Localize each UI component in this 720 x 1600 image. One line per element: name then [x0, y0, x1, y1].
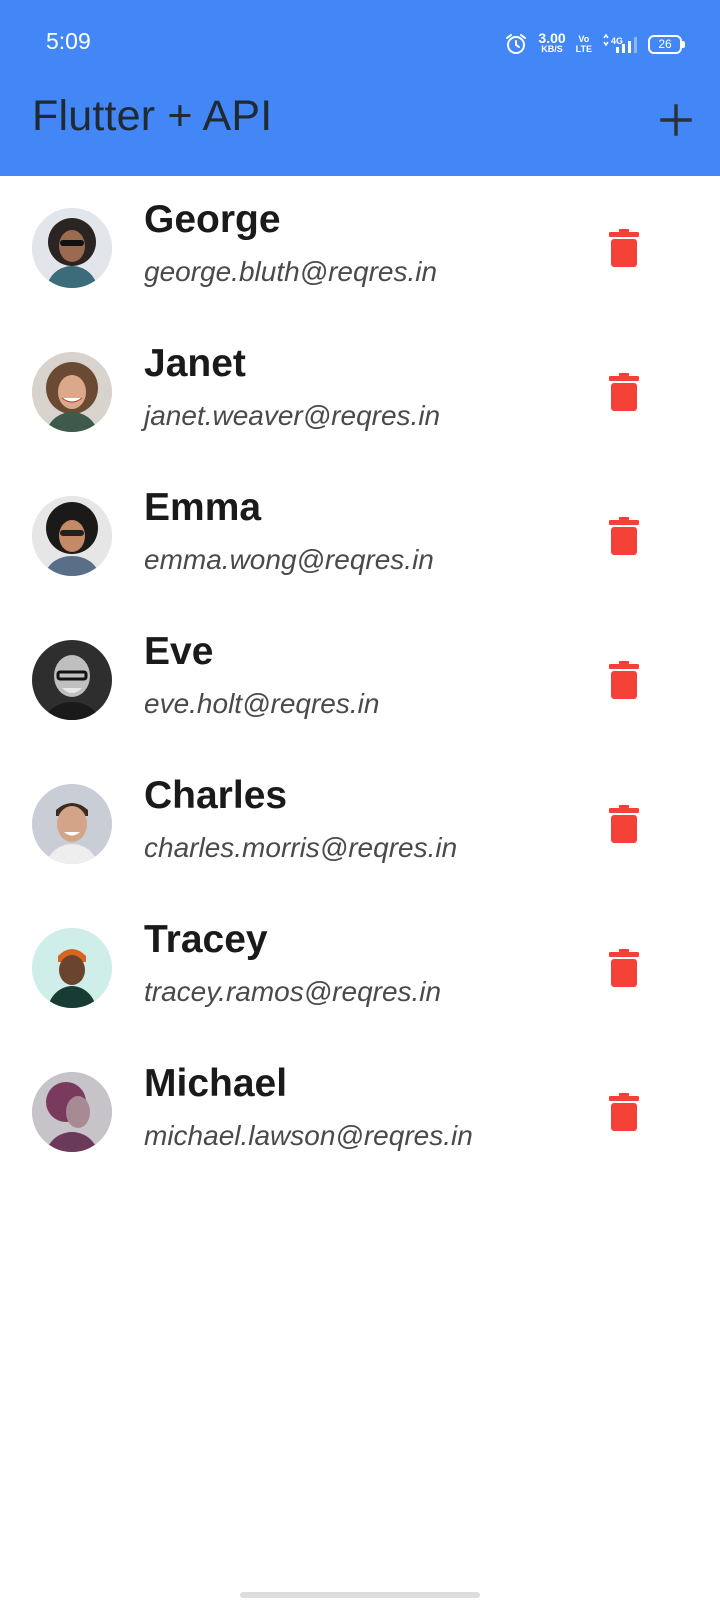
- volte-icon: Vo LTE: [576, 34, 592, 54]
- trash-icon: [609, 373, 639, 411]
- status-time: 5:09: [46, 28, 91, 54]
- trash-icon: [609, 805, 639, 843]
- speed-value: 3.00: [538, 30, 566, 46]
- battery-level: 26: [658, 36, 672, 51]
- delete-button[interactable]: [598, 226, 650, 270]
- avatar: [32, 496, 112, 576]
- list-item[interactable]: Tracey tracey.ramos@reqres.in: [0, 896, 720, 1040]
- user-list: George george.bluth@reqres.in Janet jane…: [0, 176, 720, 1184]
- avatar: [32, 784, 112, 864]
- user-email: michael.lawson@reqres.in: [144, 1120, 473, 1151]
- list-item[interactable]: Michael michael.lawson@reqres.in: [0, 1040, 720, 1184]
- user-email: tracey.ramos@reqres.in: [144, 976, 442, 1007]
- avatar: [32, 352, 112, 432]
- volte-bottom: LTE: [575, 44, 592, 54]
- trash-icon: [609, 229, 639, 267]
- delete-button[interactable]: [598, 370, 650, 414]
- plus-icon: [660, 104, 692, 136]
- delete-button[interactable]: [598, 658, 650, 702]
- list-item[interactable]: Charles charles.morris@reqres.in: [0, 752, 720, 896]
- app-title: Flutter + API: [32, 92, 273, 140]
- avatar: [32, 1072, 112, 1152]
- speed-unit: KB/S: [541, 44, 563, 54]
- user-email: emma.wong@reqres.in: [144, 544, 434, 575]
- battery-icon: 26: [648, 34, 685, 54]
- trash-icon: [609, 949, 639, 987]
- trash-icon: [609, 517, 639, 555]
- user-email: eve.holt@reqres.in: [144, 688, 380, 719]
- user-name: Charles: [144, 774, 288, 817]
- add-user-button[interactable]: [654, 98, 698, 142]
- user-name: Tracey: [144, 918, 268, 961]
- user-name: Eve: [144, 630, 214, 673]
- delete-button[interactable]: [598, 1090, 650, 1134]
- list-item[interactable]: George george.bluth@reqres.in: [0, 176, 720, 320]
- trash-icon: [609, 661, 639, 699]
- avatar: [32, 208, 112, 288]
- avatar: [32, 928, 112, 1008]
- list-item[interactable]: Emma emma.wong@reqres.in: [0, 464, 720, 608]
- alarm-icon: [506, 34, 527, 54]
- delete-button[interactable]: [598, 946, 650, 990]
- user-name: Janet: [144, 342, 246, 385]
- user-email: janet.weaver@reqres.in: [144, 400, 441, 431]
- user-name: Michael: [144, 1062, 288, 1105]
- delete-button[interactable]: [598, 802, 650, 846]
- app-bar: 5:09 3.00 KB/S Vo LTE 4G 26 Flutter + AP…: [0, 0, 720, 176]
- home-indicator[interactable]: [240, 1592, 480, 1598]
- status-icons: 3.00 KB/S Vo LTE 4G 26: [504, 30, 685, 58]
- list-item[interactable]: Janet janet.weaver@reqres.in: [0, 320, 720, 464]
- network-speed: 3.00 KB/S: [538, 30, 566, 55]
- signal-icon: 4G: [603, 33, 637, 53]
- volte-top: Vo: [578, 34, 590, 44]
- trash-icon: [609, 1093, 639, 1131]
- delete-button[interactable]: [598, 514, 650, 558]
- list-item[interactable]: Eve eve.holt@reqres.in: [0, 608, 720, 752]
- user-name: Emma: [144, 486, 262, 529]
- user-name: George: [144, 198, 281, 241]
- user-email: charles.morris@reqres.in: [144, 832, 458, 863]
- user-email: george.bluth@reqres.in: [144, 256, 438, 287]
- avatar: [32, 640, 112, 720]
- network-label: 4G: [611, 36, 623, 46]
